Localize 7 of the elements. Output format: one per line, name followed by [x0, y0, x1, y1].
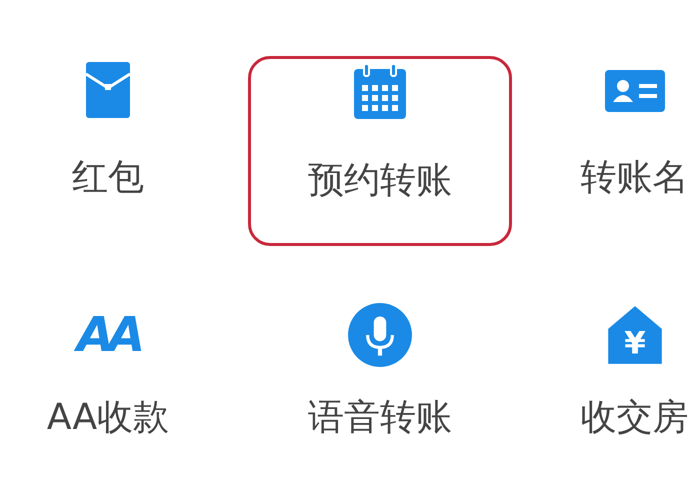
shortcut-label[interactable]: 预约转账 [308, 159, 452, 202]
microphone-icon [347, 302, 413, 368]
shortcut-label[interactable]: 语音转账 [308, 396, 452, 440]
shortcut-label[interactable]: 转账名 [580, 156, 688, 200]
shortcut-label[interactable]: 红包 [72, 156, 144, 200]
shortcut-label[interactable]: 收交房 [580, 396, 688, 440]
shortcut-label[interactable]: AA收款 [46, 396, 170, 440]
